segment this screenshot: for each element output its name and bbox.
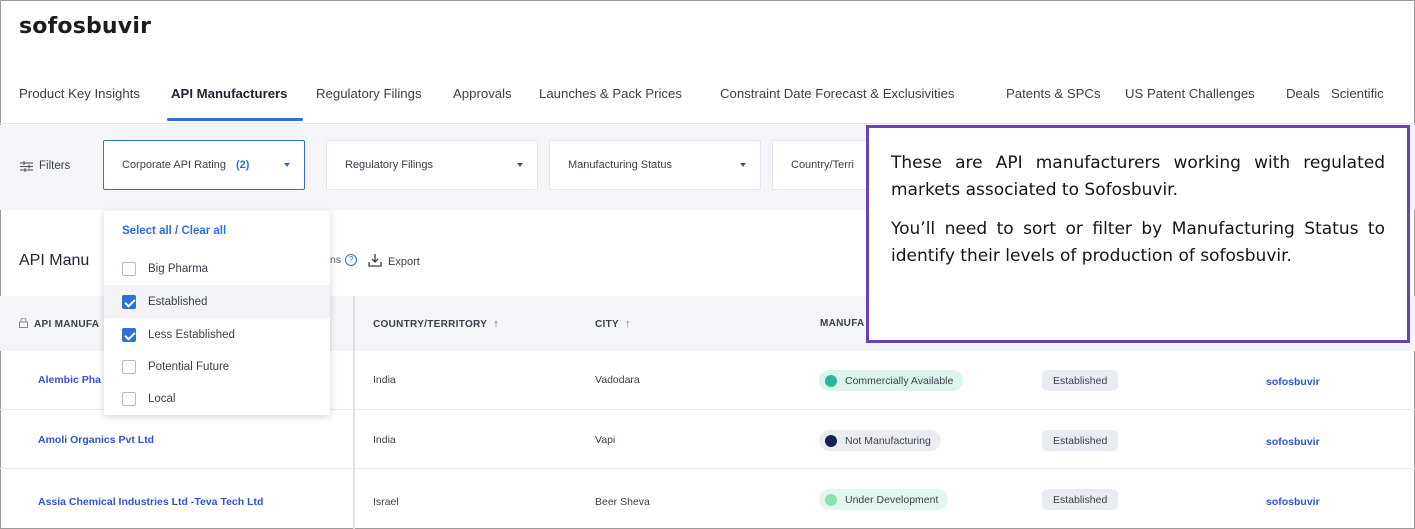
column-header-label: COUNTRY/TERRITORY: [373, 318, 488, 330]
city-cell: Beer Sheva: [595, 496, 650, 508]
product-link[interactable]: sofosbuvir: [1266, 376, 1320, 388]
download-icon: [368, 253, 382, 270]
country-cell: India: [373, 434, 396, 446]
rating-badge: Established: [1042, 489, 1119, 510]
status-badge: Commercially Available: [819, 370, 964, 391]
column-header-country-territory[interactable]: COUNTRY/TERRITORY ↑: [373, 318, 499, 330]
chevron-down-icon: [740, 163, 746, 167]
export-label: Export: [388, 255, 420, 268]
column-header-manufacturing-status[interactable]: MANUFA: [820, 318, 865, 329]
table-row: Amoli Organics Pvt Ltd India Vapi Not Ma…: [0, 410, 1415, 469]
option-established[interactable]: Established: [104, 285, 330, 318]
status-badge: Under Development: [819, 489, 949, 510]
export-button[interactable]: Export: [368, 253, 420, 270]
option-label: Established: [148, 295, 208, 308]
callout-paragraph: You’ll need to sort or filter by Manufac…: [891, 219, 1385, 266]
tab-us-patent-challenges[interactable]: US Patent Challenges: [1125, 86, 1255, 101]
country-territory-label: Country/Terri: [791, 159, 854, 171]
checkbox-checked[interactable]: [122, 294, 136, 309]
column-header-label: CITY: [595, 318, 619, 330]
option-label: Potential Future: [148, 360, 230, 373]
columns-label: ns: [330, 254, 342, 266]
checkbox-checked[interactable]: [122, 327, 136, 342]
corporate-api-rating-dropdown: Select all / Clear all Big Pharma Establ…: [104, 211, 330, 415]
option-local[interactable]: Local: [104, 382, 330, 415]
tab-approvals[interactable]: Approvals: [453, 86, 512, 101]
manufacturer-link[interactable]: Alembic Pha: [38, 374, 101, 386]
filters-toggle[interactable]: Filters: [20, 160, 70, 172]
tab-bar: Product Key Insights API Manufacturers R…: [0, 68, 1415, 124]
option-label: Local: [148, 392, 176, 405]
option-big-pharma[interactable]: Big Pharma: [104, 252, 330, 285]
product-link[interactable]: sofosbuvir: [1266, 496, 1320, 508]
manufacturer-link[interactable]: Amoli Organics Pvt Ltd: [38, 434, 154, 446]
status-label: Under Development: [845, 493, 939, 506]
product-link[interactable]: sofosbuvir: [1266, 436, 1320, 448]
status-label: Not Manufacturing: [845, 434, 931, 447]
manufacturing-status-label: Manufacturing Status: [568, 159, 672, 171]
city-cell: Vapi: [595, 434, 616, 446]
column-header-label: API MANUFA: [34, 319, 100, 330]
help-icon[interactable]: ?: [345, 254, 358, 266]
rating-badge: Established: [1042, 430, 1119, 451]
city-cell: Vadodara: [595, 374, 640, 386]
country-cell: Israel: [373, 496, 399, 508]
corporate-api-rating-filter[interactable]: Corporate API Rating (2): [103, 140, 305, 190]
checkbox[interactable]: [122, 391, 136, 406]
table-row: Assia Chemical Industries Ltd -Teva Tech…: [0, 469, 1415, 528]
tab-scientific[interactable]: Scientific: [1331, 86, 1384, 101]
country-territory-filter[interactable]: Country/Terri: [772, 140, 872, 190]
status-label: Commercially Available: [845, 374, 954, 387]
option-label: Less Established: [148, 328, 235, 341]
columns-link[interactable]: ns ?: [330, 254, 358, 266]
option-less-established[interactable]: Less Established: [104, 318, 330, 351]
active-tab-indicator: [167, 118, 303, 121]
select-all-clear-all-link[interactable]: Select all / Clear all: [122, 225, 226, 237]
annotation-callout: These are API manufacturers working with…: [866, 125, 1410, 343]
option-potential-future[interactable]: Potential Future: [104, 350, 330, 383]
column-header-api-manufacturer[interactable]: API MANUFA: [19, 317, 100, 331]
rating-badge: Established: [1042, 370, 1119, 391]
status-dot-icon: [825, 493, 837, 506]
manufacturing-status-filter[interactable]: Manufacturing Status: [549, 140, 761, 190]
sort-arrow-icon[interactable]: ↑: [493, 318, 499, 330]
tab-patents-spcs[interactable]: Patents & SPCs: [1006, 86, 1101, 101]
regulatory-filings-label: Regulatory Filings: [345, 159, 434, 171]
chevron-down-icon: [284, 163, 290, 167]
tab-product-key-insights[interactable]: Product Key Insights: [19, 86, 140, 101]
chevron-down-icon: [517, 163, 523, 167]
tab-launches-pack-prices[interactable]: Launches & Pack Prices: [539, 86, 682, 101]
option-label: Big Pharma: [148, 262, 209, 275]
tab-regulatory-filings[interactable]: Regulatory Filings: [316, 86, 422, 101]
column-header-city[interactable]: CITY ↑: [595, 318, 631, 330]
tab-deals[interactable]: Deals: [1286, 86, 1320, 101]
checkbox[interactable]: [122, 261, 136, 276]
status-dot-icon: [825, 374, 837, 387]
country-cell: India: [373, 374, 396, 386]
filters-label: Filters: [39, 160, 71, 172]
tab-api-manufacturers[interactable]: API Manufacturers: [171, 86, 288, 101]
sliders-icon: [20, 160, 33, 172]
corporate-api-rating-count: (2): [235, 159, 250, 171]
corporate-api-rating-label: Corporate API Rating: [122, 159, 226, 171]
checkbox[interactable]: [122, 359, 136, 374]
callout-paragraph: These are API manufacturers working with…: [891, 153, 1385, 200]
regulatory-filings-filter[interactable]: Regulatory Filings: [326, 140, 538, 190]
manufacturer-link[interactable]: Assia Chemical Industries Ltd -Teva Tech…: [38, 496, 263, 508]
tab-constraint-date-forecast[interactable]: Constraint Date Forecast & Exclusivities: [720, 86, 955, 101]
status-badge: Not Manufacturing: [819, 430, 941, 451]
section-title: API Manu: [19, 252, 90, 269]
page-title: sofosbuvir: [19, 14, 152, 39]
lock-icon: [19, 317, 28, 331]
status-dot-icon: [825, 434, 837, 447]
column-header-label: MANUFA: [820, 318, 865, 329]
sort-arrow-icon[interactable]: ↑: [625, 318, 631, 330]
